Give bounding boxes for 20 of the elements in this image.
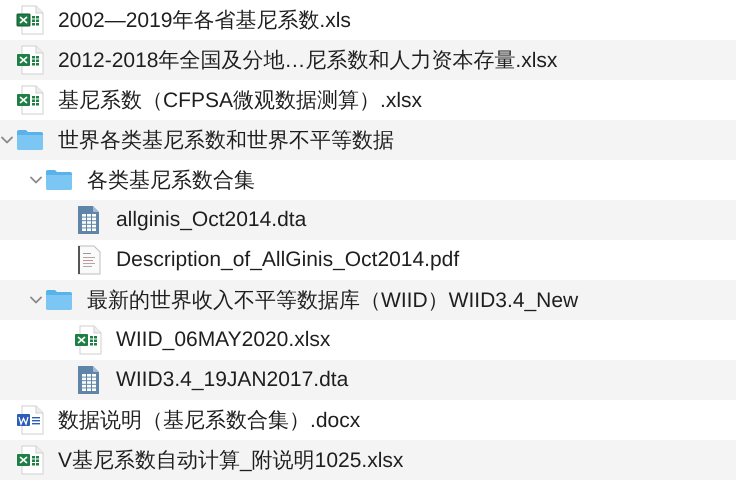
chevron-icon[interactable] [1, 136, 13, 144]
chevron-icon[interactable] [30, 176, 42, 184]
file-name[interactable]: 数据说明（基尼系数合集）.docx [58, 406, 360, 434]
file-name[interactable]: Description_of_AllGinis_Oct2014.pdf [116, 248, 460, 272]
folder-icon [45, 289, 73, 311]
file-name[interactable]: allginis_Oct2014.dta [116, 208, 306, 232]
file-name[interactable]: 各类基尼系数合集 [87, 166, 255, 194]
file-name[interactable]: 基尼系数（CFPSA微观数据测算）.xlsx [58, 86, 422, 114]
spreadsheet-icon [16, 45, 44, 75]
file-name[interactable]: WIID3.4_19JAN2017.dta [116, 368, 348, 392]
spreadsheet-icon [16, 85, 44, 115]
spreadsheet-icon [16, 5, 44, 35]
file-name[interactable]: WIID_06MAY2020.xlsx [116, 328, 330, 352]
folder-icon [45, 169, 73, 191]
spreadsheet-icon [74, 325, 102, 355]
file-name[interactable]: 2002—2019年各省基尼系数.xls [58, 6, 351, 34]
word-document-icon [16, 405, 44, 435]
spreadsheet-icon [16, 445, 44, 475]
chevron-icon[interactable] [30, 296, 42, 304]
folder-icon [16, 129, 44, 151]
